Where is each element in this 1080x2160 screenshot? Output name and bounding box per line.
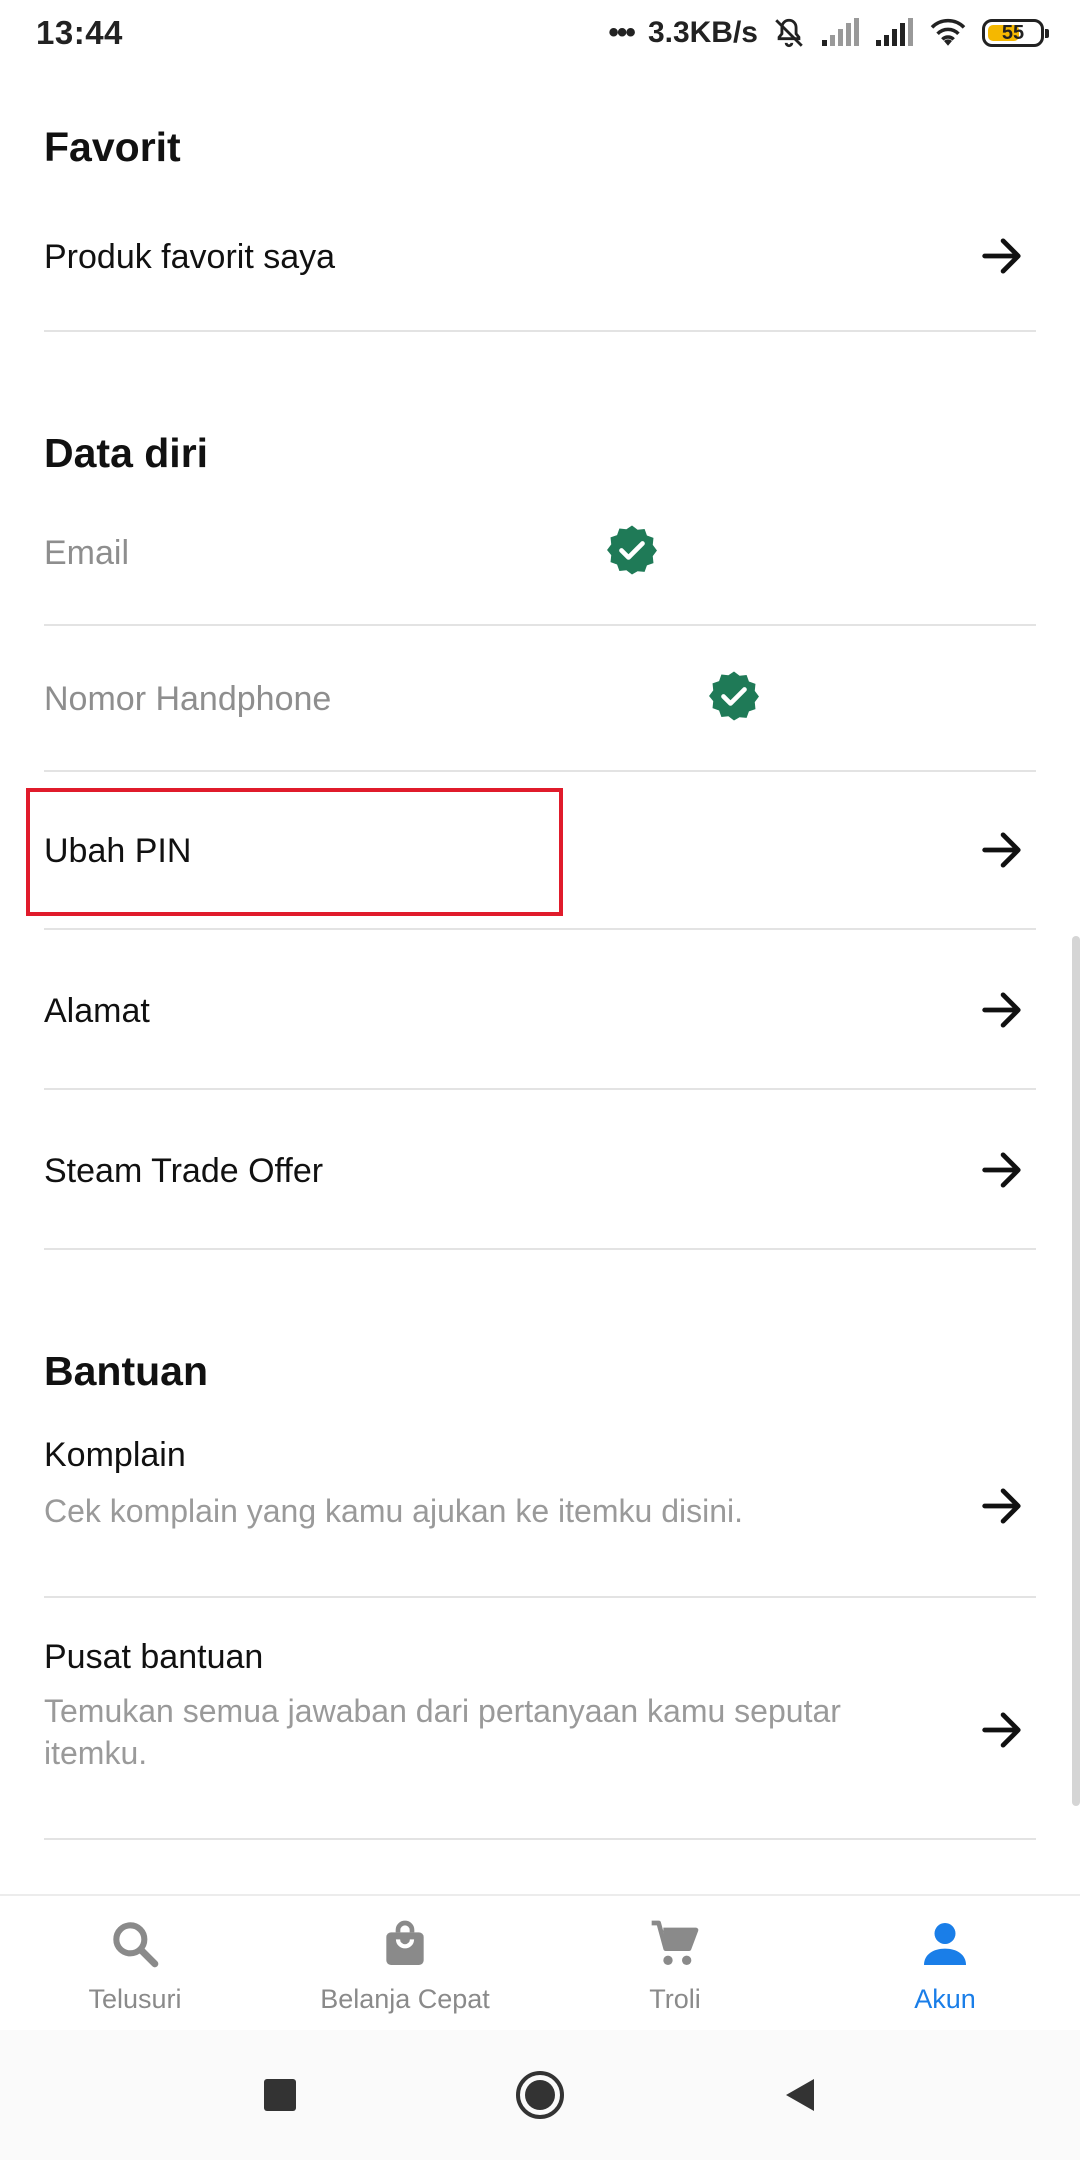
nav-label: Akun: [914, 1984, 976, 2014]
recents-button[interactable]: [250, 2065, 310, 2125]
row-pusat-bantuan[interactable]: Pusat bantuan Temukan semua jawaban dari…: [44, 1598, 1036, 1840]
status-icons: ••• 3.3KB/s 55: [608, 16, 1049, 50]
row-steam-trade-offer[interactable]: Steam Trade Offer: [44, 1090, 1036, 1250]
system-nav-bar: [0, 2030, 1080, 2160]
status-time: 13:44: [36, 14, 123, 51]
row-label: Alamat: [44, 992, 150, 1030]
shopping-bag-icon: [386, 1920, 424, 1965]
nav-item-telusuri[interactable]: Telusuri: [0, 1896, 270, 2032]
nav-label: Troli: [649, 1984, 701, 2014]
row-komplain[interactable]: Komplain Cek komplain yang kamu ajukan k…: [44, 1436, 1036, 1598]
nav-label: Belanja Cepat: [320, 1984, 490, 2014]
nav-item-troli[interactable]: Troli: [540, 1896, 810, 2032]
highlight-box: [26, 788, 563, 916]
section-title-bantuan: Bantuan: [44, 1348, 208, 1394]
row-produk-favorit[interactable]: Produk favorit saya: [44, 216, 1036, 332]
network-speed: 3.3KB/s: [647, 16, 758, 49]
section-title-data-diri: Data diri: [44, 430, 209, 476]
row-label: Email: [44, 534, 130, 572]
signal-1-icon: [822, 18, 859, 46]
square-icon: [264, 2079, 296, 2111]
verified-badge-icon: [607, 525, 657, 575]
row-alamat[interactable]: Alamat: [44, 930, 1036, 1090]
scrollbar[interactable]: [1072, 936, 1080, 1806]
row-label: Pusat bantuan: [44, 1638, 264, 1676]
section-title-favorit: Favorit: [44, 124, 181, 170]
arrow-right-icon: [982, 1488, 1021, 1524]
row-email: Email: [44, 522, 1036, 626]
row-description: Cek komplain yang kamu ajukan ke itemku …: [44, 1493, 743, 1529]
row-description: Temukan semua jawaban dari pertanyaan ka…: [44, 1693, 841, 1771]
battery-level: 55: [1001, 21, 1025, 44]
row-label: Nomor Handphone: [44, 680, 332, 718]
arrow-right-icon: [982, 992, 1021, 1028]
nav-item-akun[interactable]: Akun: [810, 1896, 1080, 2032]
bell-muted-icon: [775, 18, 803, 48]
row-label: Steam Trade Offer: [44, 1152, 324, 1190]
bottom-nav: Telusuri Belanja Cepat Troli Akun: [0, 1894, 1080, 2032]
circle-icon: [516, 2071, 564, 2119]
wifi-icon: [930, 18, 966, 46]
home-button[interactable]: [510, 2065, 570, 2125]
nav-item-belanja-cepat[interactable]: Belanja Cepat: [270, 1896, 540, 2032]
arrow-right-icon: [982, 832, 1021, 868]
status-bar: 13:44 ••• 3.3KB/s 55: [0, 0, 1080, 66]
verified-badge-icon: [709, 671, 759, 721]
row-label: Komplain: [44, 1436, 186, 1474]
person-icon: [924, 1923, 966, 1965]
row-nomor-handphone: Nomor Handphone: [44, 626, 1036, 772]
notification-dots: •••: [608, 16, 635, 49]
search-icon: [113, 1922, 159, 1968]
arrow-right-icon: [982, 1152, 1021, 1188]
signal-2-icon: [876, 18, 913, 46]
cart-icon: [651, 1920, 699, 1965]
back-triangle-icon: [786, 2079, 814, 2111]
account-content[interactable]: Favorit Produk favorit saya Data diri Em…: [0, 66, 1080, 1896]
back-button[interactable]: [770, 2065, 830, 2125]
arrow-right-icon: [982, 238, 1021, 274]
battery-icon: 55: [982, 19, 1049, 47]
nav-label: Telusuri: [88, 1984, 182, 2014]
row-label: Produk favorit saya: [44, 238, 336, 276]
screen: 13:44 ••• 3.3KB/s 55 Favorit Produk favo…: [0, 0, 1080, 2160]
arrow-right-icon: [982, 1712, 1021, 1748]
